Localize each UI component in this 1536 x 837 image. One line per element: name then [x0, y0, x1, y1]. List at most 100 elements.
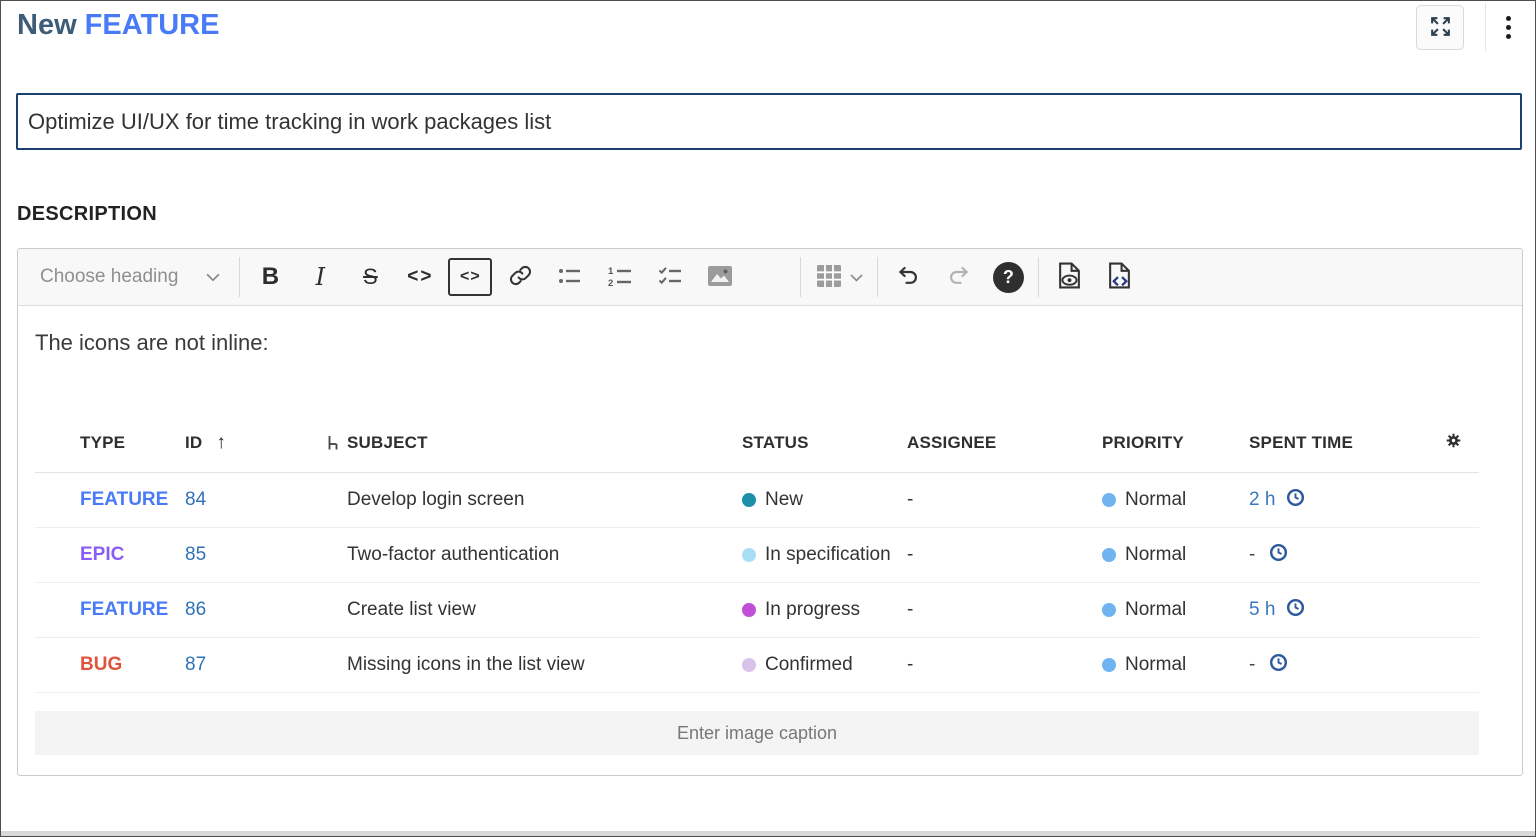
image-caption-input[interactable]: Enter image caption: [35, 711, 1479, 755]
spent-time-value: 5 h: [1249, 599, 1275, 621]
preview-icon: [1057, 262, 1082, 292]
table-row: FEATURE 84 Develop login screen New - No…: [35, 473, 1479, 528]
column-header-priority: PRIORITY: [1102, 433, 1249, 453]
table-header-row: TYPE ID ↑ SUBJECT STATUS ASSIGNEE PRIORI…: [35, 414, 1479, 473]
code-block-button[interactable]: <>: [448, 258, 492, 296]
toolbar-separator: [800, 257, 801, 297]
bold-icon: B: [262, 263, 279, 291]
page-title: NewFEATURE: [17, 9, 219, 42]
priority-dot: [1102, 658, 1116, 672]
page-title-prefix: New: [17, 9, 77, 41]
svg-text:1: 1: [608, 266, 614, 277]
clock-icon: [1286, 598, 1305, 623]
status-dot: [742, 493, 756, 507]
gear-icon: [1445, 432, 1462, 454]
todo-list-button[interactable]: [645, 255, 695, 299]
bold-button[interactable]: B: [245, 255, 295, 299]
table-row: FEATURE 86 Create list view In progress …: [35, 583, 1479, 638]
column-header-type: TYPE: [35, 433, 185, 453]
link-icon: [509, 264, 532, 290]
link-button[interactable]: [495, 255, 545, 299]
table-row: EPIC 85 Two-factor authentication In spe…: [35, 528, 1479, 583]
work-package-type: FEATURE: [80, 599, 168, 620]
strikethrough-icon: S: [363, 264, 378, 290]
bulleted-list-icon: [558, 266, 582, 289]
block-quote-button[interactable]: “: [745, 255, 795, 299]
strikethrough-button[interactable]: S: [345, 255, 395, 299]
editor-paragraph: The icons are not inline:: [35, 330, 269, 356]
column-header-spent-time: SPENT TIME: [1249, 433, 1427, 453]
clock-icon: [1286, 488, 1305, 513]
column-header-assignee: ASSIGNEE: [907, 433, 1102, 453]
status-label: Confirmed: [765, 654, 853, 676]
inline-code-button[interactable]: <>: [395, 255, 445, 299]
assignee-value: -: [907, 544, 913, 565]
fullscreen-button[interactable]: [1416, 5, 1464, 50]
status-label: New: [765, 489, 803, 511]
work-package-subject: Develop login screen: [347, 489, 524, 511]
priority-label: Normal: [1125, 544, 1186, 566]
more-options-button[interactable]: [1485, 3, 1531, 52]
assignee-value: -: [907, 654, 913, 675]
status-label: In progress: [765, 599, 860, 621]
code-block-icon: <>: [460, 268, 481, 286]
status-dot: [742, 603, 756, 617]
redo-icon: [946, 264, 971, 290]
work-package-id: 84: [185, 489, 206, 511]
numbered-list-button[interactable]: 12: [595, 255, 645, 299]
italic-icon: I: [316, 263, 325, 291]
heading-dropdown-label: Choose heading: [40, 266, 178, 288]
page-title-type: FEATURE: [85, 9, 220, 41]
work-package-subject: Missing icons in the list view: [347, 654, 585, 676]
status-label: In specification: [765, 544, 891, 566]
help-glyph: ?: [1003, 267, 1014, 288]
toolbar-separator: [1038, 257, 1039, 297]
priority-label: Normal: [1125, 489, 1186, 511]
undo-button[interactable]: [883, 255, 933, 299]
priority-label: Normal: [1125, 654, 1186, 676]
image-icon: [707, 265, 733, 290]
editor-content[interactable]: The icons are not inline: TYPE ID ↑ SUBJ…: [18, 306, 1522, 776]
work-package-id: 87: [185, 654, 206, 676]
clock-icon: [1269, 653, 1288, 678]
priority-dot: [1102, 493, 1116, 507]
column-header-settings: [1427, 432, 1479, 454]
toolbar-separator: [877, 257, 878, 297]
insert-table-button[interactable]: [806, 255, 872, 299]
preview-button[interactable]: [1044, 255, 1094, 299]
work-package-type: BUG: [80, 654, 122, 675]
work-package-subject: Create list view: [347, 599, 476, 621]
status-dot: [742, 548, 756, 562]
column-header-status: STATUS: [742, 433, 907, 453]
table-icon: [816, 264, 842, 291]
column-header-id-label: ID: [185, 433, 202, 453]
italic-button[interactable]: I: [295, 255, 345, 299]
bulleted-list-button[interactable]: [545, 255, 595, 299]
numbered-list-icon: 12: [608, 265, 632, 290]
source-code-button[interactable]: [1094, 255, 1144, 299]
work-package-id: 86: [185, 599, 206, 621]
assignee-value: -: [907, 489, 913, 510]
work-package-type: FEATURE: [80, 489, 168, 510]
description-editor: Choose heading B I S <> <>: [17, 248, 1523, 776]
table-row: BUG 87 Missing icons in the list view Co…: [35, 638, 1479, 693]
spent-time-value: -: [1249, 544, 1258, 566]
spent-time-value: -: [1249, 654, 1258, 676]
expand-icon: [1428, 14, 1453, 42]
embedded-image-work-package-table[interactable]: TYPE ID ↑ SUBJECT STATUS ASSIGNEE PRIORI…: [35, 414, 1479, 693]
hierarchy-icon: [327, 435, 340, 452]
work-package-id: 85: [185, 544, 206, 566]
help-button[interactable]: ?: [983, 255, 1033, 299]
subject-input[interactable]: [16, 93, 1522, 150]
status-dot: [742, 658, 756, 672]
heading-dropdown[interactable]: Choose heading: [26, 255, 234, 299]
priority-label: Normal: [1125, 599, 1186, 621]
sort-ascending-icon: ↑: [216, 432, 226, 454]
quote-icon: “: [758, 265, 783, 289]
inline-code-icon: <>: [407, 266, 433, 288]
help-icon: ?: [993, 262, 1024, 293]
editor-toolbar: Choose heading B I S <> <>: [18, 249, 1522, 306]
insert-image-button[interactable]: [695, 255, 745, 299]
source-code-icon: [1107, 262, 1132, 292]
redo-button[interactable]: [933, 255, 983, 299]
